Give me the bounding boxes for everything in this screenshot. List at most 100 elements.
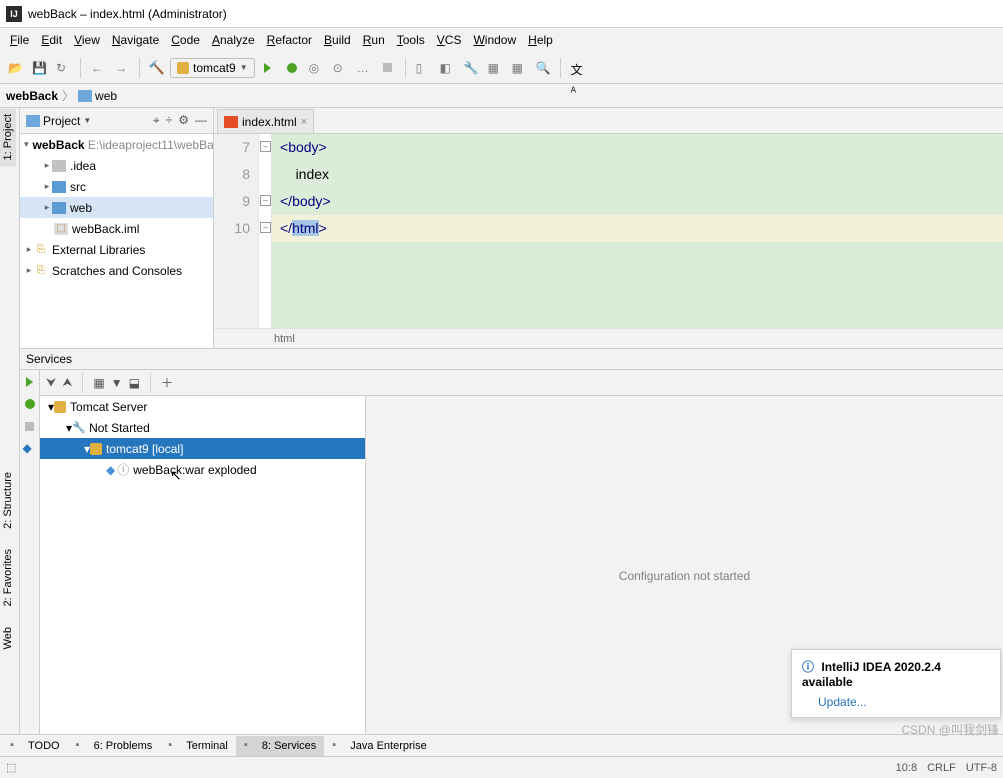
search-everywhere-button[interactable]: 🔍 (532, 57, 554, 79)
menu-build[interactable]: Build (318, 31, 357, 49)
bottom-tool-tabs: ▪ TODO▪ 6: Problems▪ Terminal▪ 8: Servic… (0, 734, 1003, 756)
svc-node-not-started[interactable]: ▾🔧 Not Started (40, 417, 365, 438)
tab-icon: ▪ (244, 739, 258, 753)
breadcrumb-web[interactable]: web (78, 89, 117, 103)
line-separator[interactable]: CRLF (927, 762, 956, 774)
bottom-tab-javaenterprise[interactable]: ▪ Java Enterprise (324, 736, 434, 756)
fold-icon[interactable]: – (260, 141, 271, 152)
project-tree[interactable]: ▾ webBack E:\ideaproject11\webBack ▸ .id… (20, 134, 213, 348)
menu-run[interactable]: Run (357, 31, 391, 49)
menu-vcs[interactable]: VCS (431, 31, 468, 49)
tree-node-root[interactable]: ▾ webBack E:\ideaproject11\webBack (20, 134, 213, 155)
svc-node-tomcat-server[interactable]: ▾ Tomcat Server (40, 396, 365, 417)
coverage-button[interactable]: ◎ (305, 57, 327, 79)
collapse-all-icon[interactable]: ÷ (166, 113, 173, 128)
tree-node-src[interactable]: ▸ src (20, 176, 213, 197)
fold-icon[interactable]: – (260, 222, 271, 233)
menu-navigate[interactable]: Navigate (106, 31, 165, 49)
main-toolbar: 📂 💾 ↻ ← → 🔨 tomcat9 ▼ ◎ ⊙ … ▯ ◧ 🔧 ▦ ▦ 🔍 … (0, 52, 1003, 84)
toolbar-separator (82, 373, 83, 393)
android-profiler-button[interactable]: ◧ (436, 57, 458, 79)
bottom-tab-services[interactable]: ▪ 8: Services (236, 736, 324, 756)
stop-button[interactable] (377, 57, 399, 79)
svc-node-artifact[interactable]: ◆ ⓘ webBack:war exploded ↖ (40, 459, 365, 480)
project-panel-header: Project ▼ ⌖ ÷ ⚙ — (20, 108, 213, 134)
menu-view[interactable]: View (68, 31, 106, 49)
menu-analyze[interactable]: Analyze (206, 31, 261, 49)
view-toggle-icon[interactable]: ⬓ (129, 376, 140, 390)
filter-icon[interactable]: ▼ (111, 376, 123, 390)
menu-code[interactable]: Code (165, 31, 206, 49)
bottom-tab-problems[interactable]: ▪ 6: Problems (68, 736, 161, 756)
menu-edit[interactable]: Edit (35, 31, 68, 49)
info-icon: ⓘ (117, 461, 129, 478)
tree-node-idea[interactable]: ▸ .idea (20, 155, 213, 176)
project-structure-button[interactable]: ▦ (508, 57, 530, 79)
open-file-button[interactable]: 📂 (4, 57, 26, 79)
back-button[interactable]: ← (87, 57, 109, 79)
collapse-all-icon[interactable]: ⮝ (62, 375, 72, 390)
debug-button[interactable] (22, 396, 38, 412)
run-button[interactable] (22, 374, 38, 390)
attach-button[interactable]: … (353, 57, 375, 79)
gear-icon[interactable]: ⚙ (178, 113, 189, 128)
locate-icon[interactable]: ⌖ (153, 113, 160, 128)
tree-label: Scratches and Consoles (52, 264, 182, 278)
build-button[interactable]: 🔨 (146, 57, 168, 79)
menu-refactor[interactable]: Refactor (261, 31, 318, 49)
left-tool-stripe: 1: Project 2: Structure 2: Favorites Web (0, 108, 20, 756)
stripe-web[interactable]: Web (0, 621, 16, 655)
menu-help[interactable]: Help (522, 31, 559, 49)
folder-icon (78, 90, 92, 102)
tree-node-external-libs[interactable]: ▸⎘ External Libraries (20, 239, 213, 260)
tab-icon: ▪ (332, 739, 346, 753)
menu-window[interactable]: Window (467, 31, 522, 49)
tree-node-iml[interactable]: ⬚ webBack.iml (20, 218, 213, 239)
code-content[interactable]: <body> index</body></html> (272, 134, 1003, 328)
toolbar-separator (80, 58, 81, 78)
update-link[interactable]: Update... (818, 695, 990, 709)
svc-node-tomcat9-local[interactable]: ▾ tomcat9 [local] (40, 438, 365, 459)
run-button[interactable] (257, 57, 279, 79)
tree-node-web[interactable]: ▸ web (20, 197, 213, 218)
menu-file[interactable]: File (4, 31, 35, 49)
breadcrumb-webback[interactable]: webBack (6, 89, 58, 103)
project-view-selector[interactable]: Project ▼ (26, 114, 91, 128)
profile-button[interactable]: ⊙ (329, 57, 351, 79)
editor-tab[interactable]: index.html × (217, 109, 314, 133)
stripe-structure[interactable]: 2: Structure (0, 466, 16, 535)
cursor-position[interactable]: 10:8 (896, 762, 917, 774)
bottom-tab-todo[interactable]: ▪ TODO (2, 736, 68, 756)
status-icon[interactable]: ⬚ (6, 761, 16, 774)
stop-button[interactable] (22, 418, 38, 434)
editor-crumb-bar[interactable]: html (214, 328, 1003, 348)
debug-button[interactable] (281, 57, 303, 79)
menu-tools[interactable]: Tools (391, 31, 431, 49)
toolbar-separator (139, 58, 140, 78)
file-encoding[interactable]: UTF-8 (966, 762, 997, 774)
fold-column[interactable]: – – – (258, 134, 272, 328)
stripe-project[interactable]: 1: Project (0, 108, 16, 166)
device-button[interactable]: ▯ (412, 57, 434, 79)
services-tree[interactable]: ▾ Tomcat Server ▾🔧 Not Started ▾ tomcat9… (40, 396, 366, 756)
filter-icon[interactable]: ◆ (22, 440, 38, 456)
run-config-selector[interactable]: tomcat9 ▼ (170, 58, 255, 78)
code-editor[interactable]: 78910 – – – <body> index</body></html> (214, 134, 1003, 328)
avd-button[interactable]: ▦ (484, 57, 506, 79)
expand-all-icon[interactable]: ⮟ (46, 375, 56, 390)
hide-icon[interactable]: — (195, 113, 207, 128)
stripe-favorites[interactable]: 2: Favorites (0, 543, 16, 612)
editor-area: index.html × 78910 – – – <body> index</b… (214, 108, 1003, 348)
sync-button[interactable]: ↻ (52, 57, 74, 79)
fold-icon[interactable]: – (260, 195, 271, 206)
save-all-button[interactable]: 💾 (28, 57, 50, 79)
close-icon[interactable]: × (301, 116, 307, 128)
group-by-icon[interactable]: ▦ (93, 376, 104, 390)
add-button[interactable]: ＋ (161, 374, 173, 391)
bottom-tab-terminal[interactable]: ▪ Terminal (160, 736, 236, 756)
update-notification[interactable]: ⓘ IntelliJ IDEA 2020.2.4 available Updat… (791, 649, 1001, 718)
tree-node-scratches[interactable]: ▸⎘ Scratches and Consoles (20, 260, 213, 281)
translation-button[interactable]: 文A (567, 57, 589, 79)
forward-button[interactable]: → (111, 57, 133, 79)
settings-button[interactable]: 🔧 (460, 57, 482, 79)
